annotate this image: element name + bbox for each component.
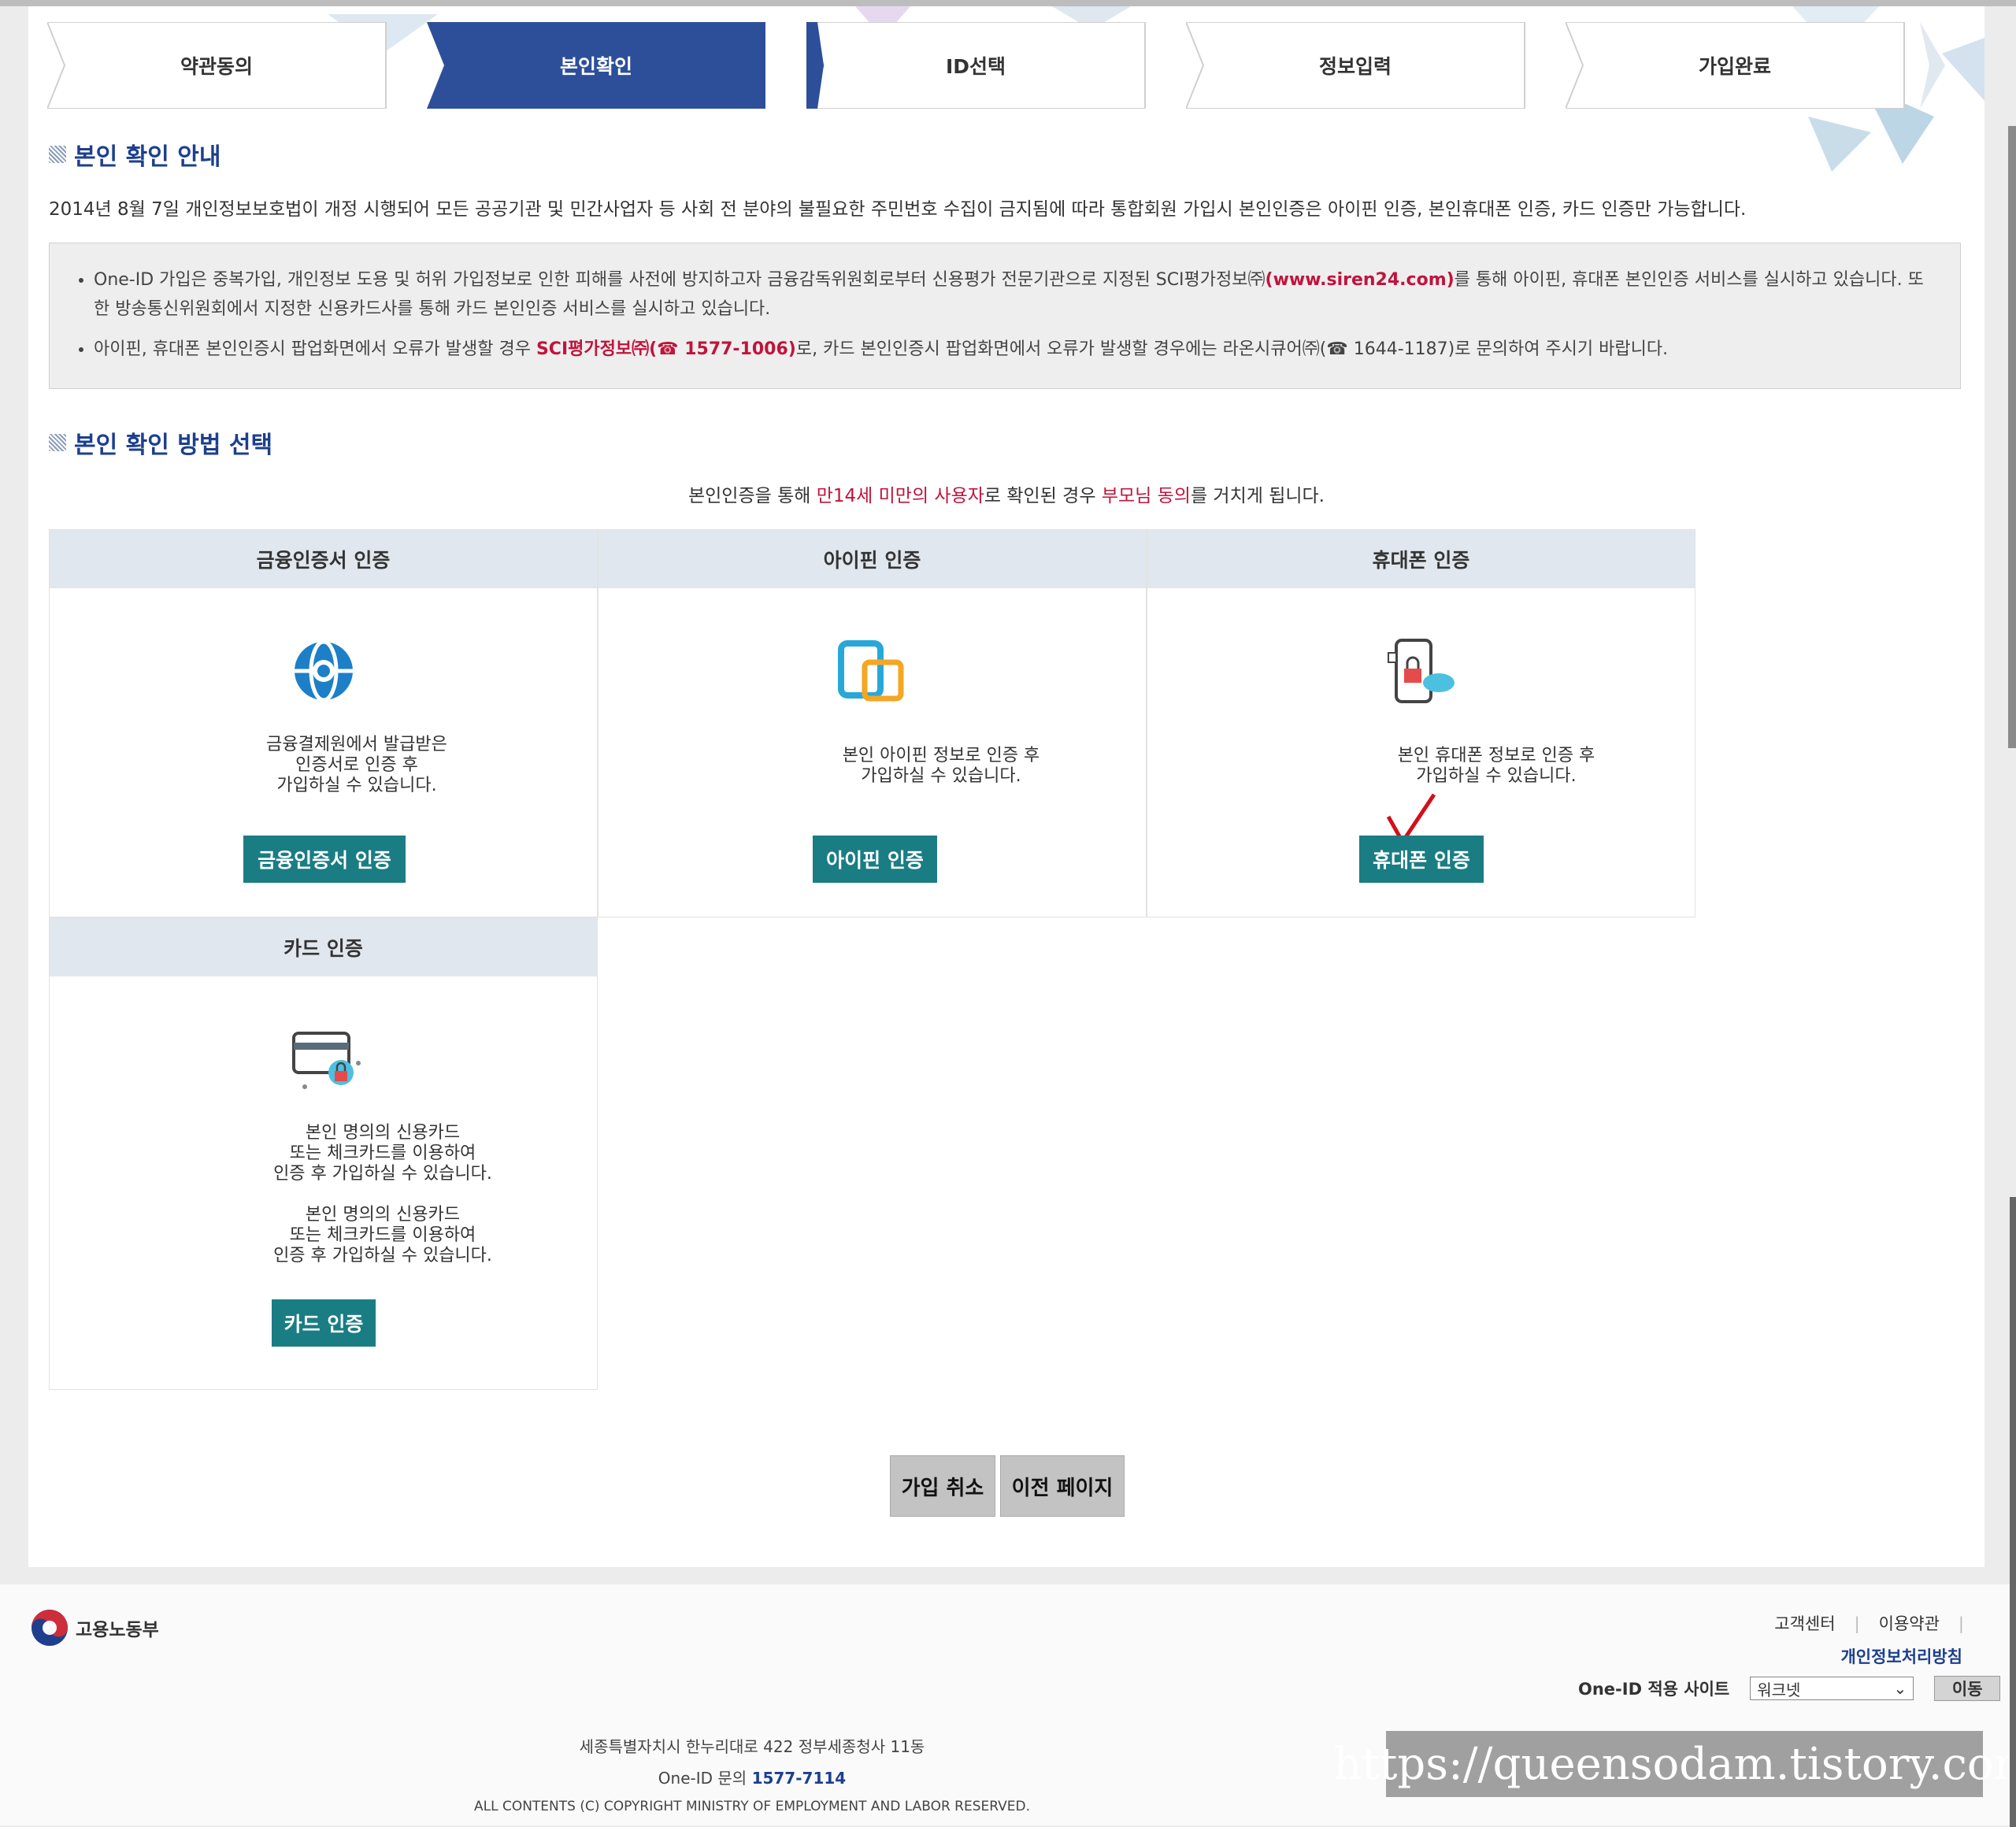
step-label: 가입완료 — [1698, 55, 1771, 78]
bullet-icon — [49, 434, 66, 451]
browser-top-border — [0, 0, 2016, 6]
footer-inquiry: One-ID 문의 1577-7114 — [0, 1766, 1504, 1788]
card-lock-icon — [292, 1032, 361, 1089]
notice-box: One-ID 가입은 중복가입, 개인정보 도용 및 허위 가입정보로 인한 피… — [49, 243, 1961, 389]
guide-highlight: 부모님 동의 — [1101, 486, 1191, 506]
taegeuk-icon — [32, 1610, 68, 1646]
guide-text: 본인인증을 통해 — [687, 486, 817, 506]
footer-address: 세종특별자치시 한누리대로 422 정부세종청사 11동 — [579, 1737, 925, 1756]
footer-copyright: ALL CONTENTS (C) COPYRIGHT MINISTRY OF E… — [473, 1799, 1031, 1814]
step-label: 약관동의 — [180, 55, 253, 78]
step-label: 정보입력 — [1318, 55, 1392, 78]
card-description: 본인 휴대폰 정보로 인증 후 가입하실 수 있습니다. — [1397, 746, 1595, 786]
site-selector: One-ID 적용 사이트 워크넷 ⌄ 이동 — [1578, 1676, 2001, 1701]
step-info-input: 정보입력 — [1186, 22, 1566, 109]
terms-link[interactable]: 이용약관 — [1879, 1614, 1940, 1633]
card-title: 휴대폰 인증 — [1147, 530, 1695, 588]
notice-item: One-ID 가입은 중복가입, 개인정보 도용 및 허위 가입정보로 인한 피… — [94, 265, 1933, 324]
signup-steps: 약관동의 본인확인 ID선택 정보입력 가입완료 — [47, 22, 1984, 109]
card-description: 금융결제원에서 발급받은 인증서로 인증 후 가입하실 수 있습니다. — [266, 735, 447, 795]
cancel-signup-button[interactable]: 가입 취소 — [890, 1455, 995, 1517]
card-title: 금융인증서 인증 — [50, 530, 597, 588]
previous-page-button[interactable]: 이전 페이지 — [1000, 1455, 1125, 1517]
notice-text: 아이핀, 휴대폰 본인인증시 팝업화면에서 오류가 발생할 경우 — [94, 339, 536, 359]
ipin-auth-button[interactable]: 아이핀 인증 — [813, 836, 937, 883]
globe-icon — [295, 640, 353, 702]
footer-links: 고객센터 | 이용약관 | — [1774, 1614, 1964, 1633]
method-card-phone: 휴대폰 인증 본인 휴대폰 정보로 인증 후 가입하실 수 있습니다. 휴대폰 … — [1147, 529, 1695, 917]
intro-text: 2014년 8월 7일 개인정보보호법이 개정 시행되어 모든 공공기관 및 민… — [49, 199, 1747, 220]
inquiry-phone: 1577-7114 — [751, 1769, 847, 1788]
certificate-auth-button[interactable]: 금융인증서 인증 — [243, 836, 406, 883]
chevron-down-icon: ⌄ — [1893, 1679, 1907, 1698]
card-title: 아이핀 인증 — [598, 530, 1146, 588]
support-center-link[interactable]: 고객센터 — [1774, 1614, 1835, 1633]
scrollbar-upper[interactable] — [2008, 126, 2016, 748]
method-card-ipin: 아이핀 인증 본인 아이핀 정보로 인증 후 가입하실 수 있습니다. 아이핀 … — [598, 529, 1147, 917]
main-panel: 약관동의 본인확인 ID선택 정보입력 가입완료 본인 확인 안내 2014년 … — [28, 6, 1984, 1567]
method-card-card: 카드 인증 본인 명의의 신용카드 또는 체크카드를 이용하여 인증 후 가입하… — [49, 917, 598, 1390]
step-id-select: ID선택 — [806, 22, 1186, 109]
section-title-text: 본인 확인 방법 선택 — [74, 432, 273, 459]
scrollbar-lower[interactable] — [2010, 1197, 2016, 1827]
privacy-policy-link[interactable]: 개인정보처리방침 — [1840, 1644, 1962, 1668]
site-select[interactable]: 워크넷 ⌄ — [1750, 1677, 1914, 1700]
site-select-value: 워크넷 — [1757, 1680, 1801, 1699]
card-title: 카드 인증 — [50, 918, 597, 976]
inquiry-label: One-ID 문의 — [658, 1769, 747, 1788]
section-title-method: 본인 확인 방법 선택 — [49, 425, 272, 460]
phone-auth-button[interactable]: 휴대폰 인증 — [1359, 836, 1484, 883]
ministry-name: 고용노동부 — [76, 1620, 159, 1640]
step-complete: 가입완료 — [1566, 22, 1945, 109]
guide-highlight: 만14세 미만의 사용자 — [816, 486, 984, 506]
age-guide-text: 본인인증을 통해 만14세 미만의 사용자로 확인된 경우 부모님 동의를 거치… — [28, 480, 1984, 507]
ipin-icon — [838, 640, 904, 702]
notice-text: 로, 카드 본인인증시 팝업화면에서 오류가 발생할 경우에는 라온시큐어㈜(☎… — [795, 339, 1669, 359]
phone-lock-icon — [1388, 639, 1455, 703]
step-label: ID선택 — [945, 55, 1006, 78]
step-terms: 약관동의 — [47, 22, 427, 109]
siren24-link[interactable]: (www.siren24.com) — [1266, 270, 1455, 290]
section-title-text: 본인 확인 안내 — [74, 143, 221, 171]
bullet-icon — [49, 146, 66, 163]
site-selector-label: One-ID 적용 사이트 — [1578, 1680, 1730, 1699]
card-description: 본인 아이핀 정보로 인증 후 가입하실 수 있습니다. — [842, 746, 1040, 786]
guide-text: 로 확인된 경우 — [984, 486, 1102, 506]
notice-item: 아이핀, 휴대폰 본인인증시 팝업화면에서 오류가 발생할 경우 SCI평가정보… — [94, 335, 1933, 364]
ministry-logo[interactable]: 고용노동부 — [30, 1608, 159, 1647]
sci-contact: SCI평가정보㈜(☎ 1577-1006) — [536, 339, 796, 359]
notice-text: One-ID 가입은 중복가입, 개인정보 도용 및 허위 가입정보로 인한 피… — [94, 270, 1266, 290]
step-label: 본인확인 — [559, 55, 632, 78]
card-description: 본인 명의의 신용카드 또는 체크카드를 이용하여 인증 후 가입하실 수 있습… — [273, 1123, 492, 1266]
section-title-guide: 본인 확인 안내 — [49, 137, 221, 172]
card-auth-button[interactable]: 카드 인증 — [272, 1299, 376, 1347]
guide-text: 를 거치게 됩니다. — [1190, 486, 1325, 506]
step-verification: 본인확인 — [427, 22, 806, 109]
blog-watermark: https://queensodam.tistory.com — [1333, 1731, 2016, 1797]
method-card-certificate: 금융인증서 인증 금융결제원에서 발급받은 인증서로 인증 후 가입하실 수 있… — [49, 529, 598, 917]
go-button[interactable]: 이동 — [1934, 1676, 2001, 1701]
